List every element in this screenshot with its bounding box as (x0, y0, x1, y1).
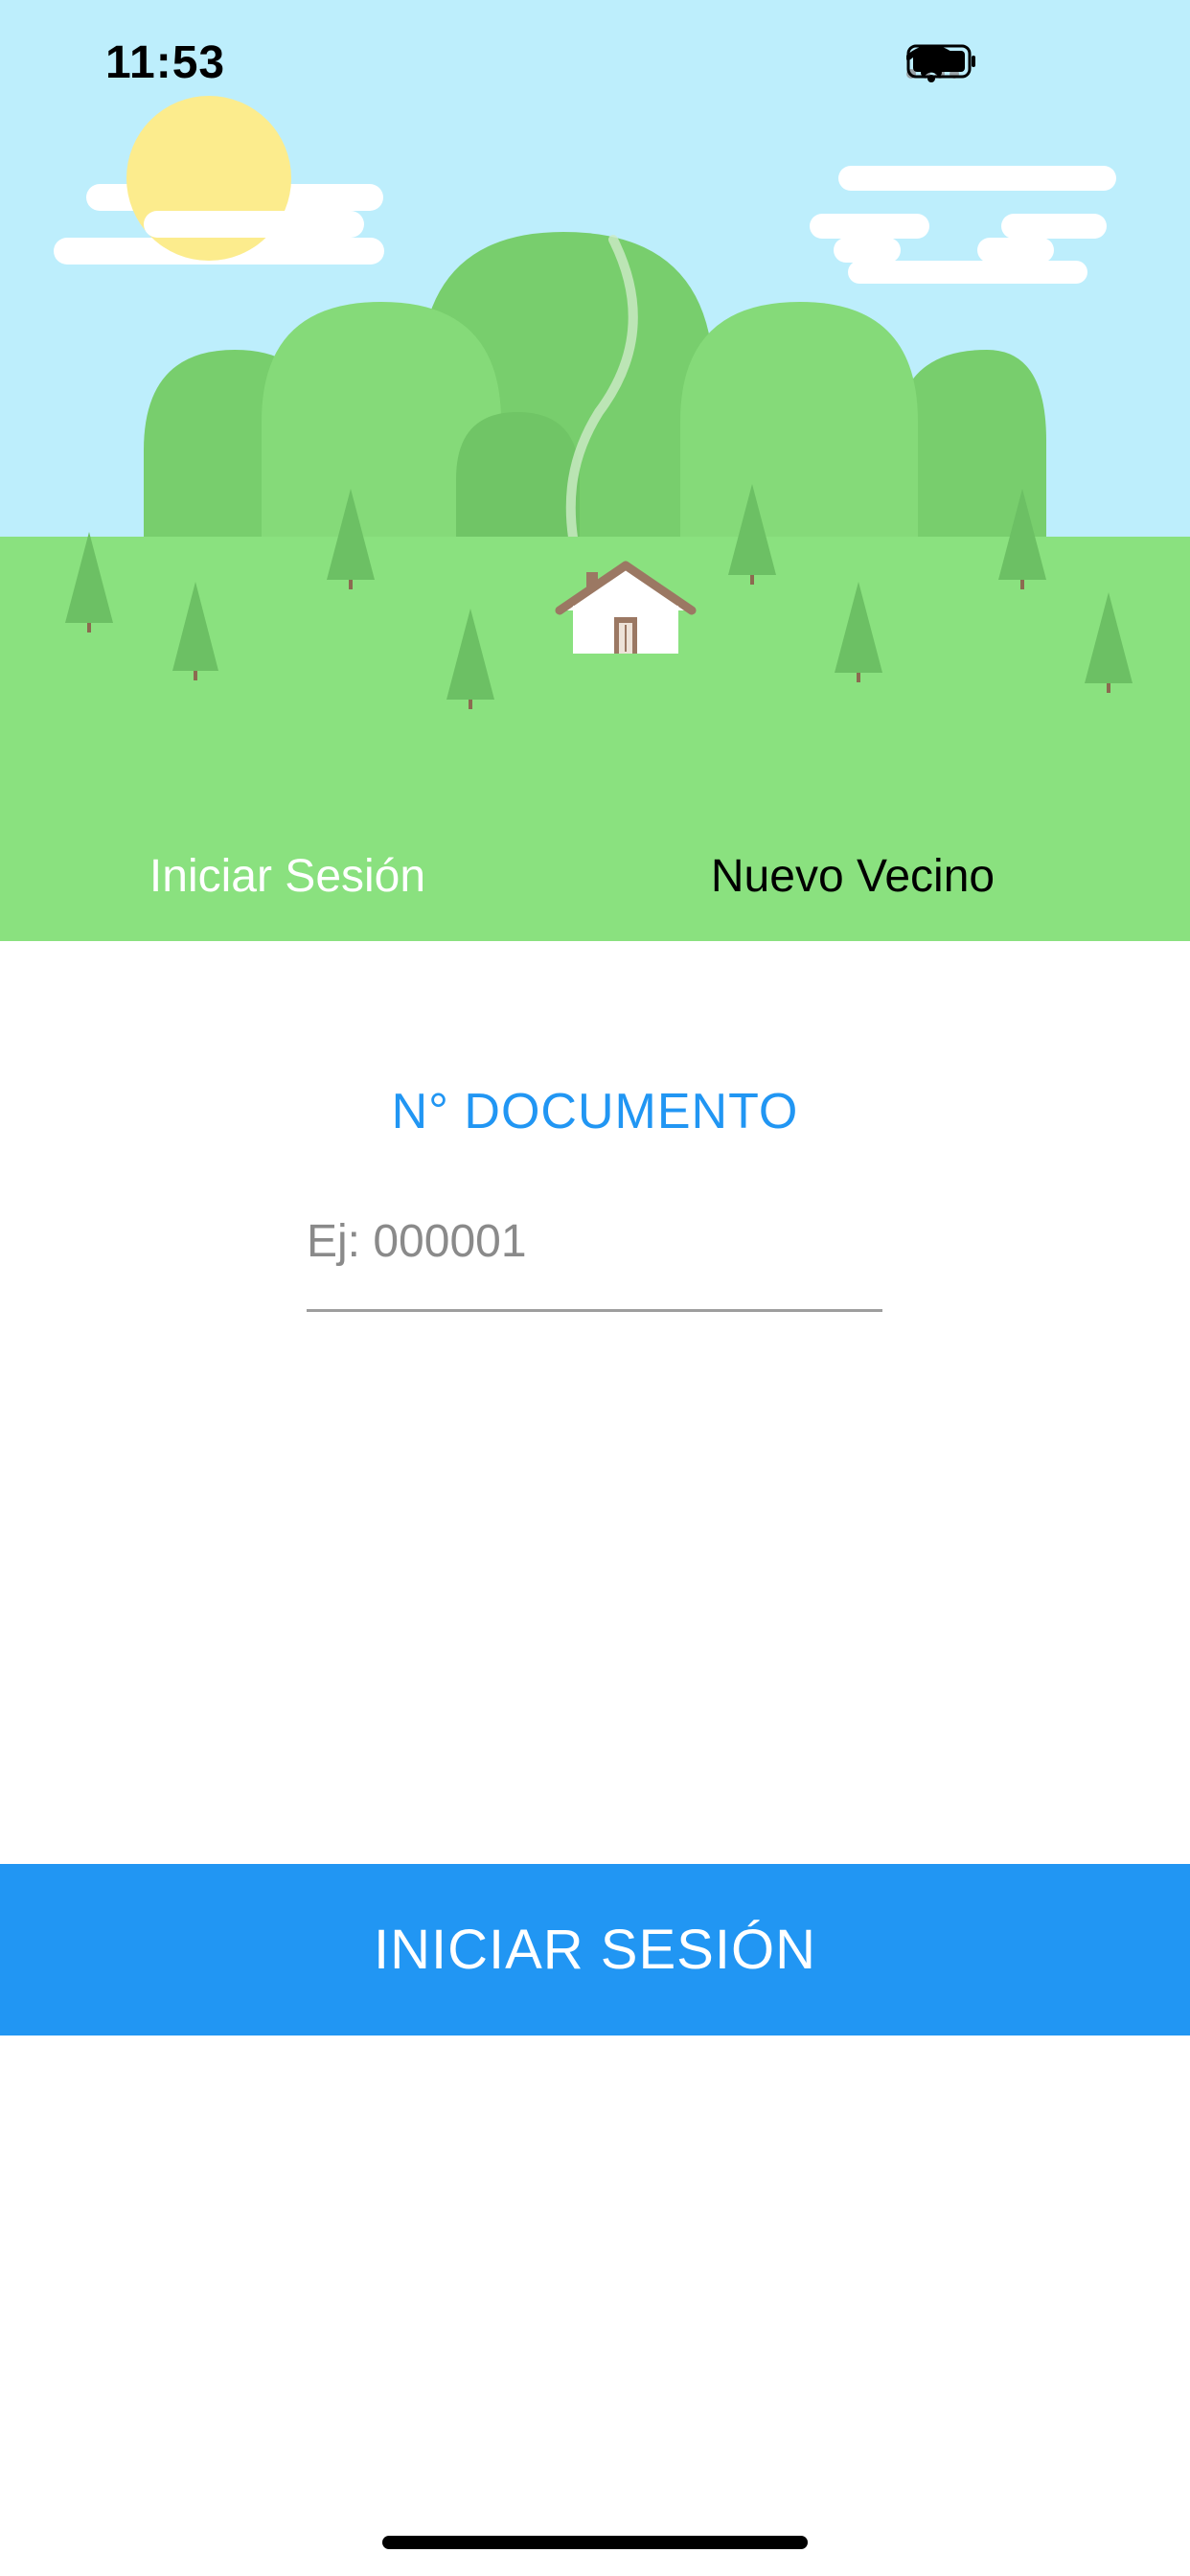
landscape-illustration (0, 0, 1190, 941)
login-button[interactable]: INICIAR SESIÓN (0, 1864, 1190, 2036)
home-indicator (382, 2536, 808, 2549)
header-illustration: 11:53 Iniciar Sesión Nuevo Vecino (0, 0, 1190, 941)
tab-new-neighbor[interactable]: Nuevo Vecino (661, 834, 1044, 920)
status-time: 11:53 (105, 37, 226, 88)
tab-login[interactable]: Iniciar Sesión (96, 834, 479, 920)
status-icons (906, 44, 1127, 86)
document-input[interactable] (307, 1203, 881, 1279)
battery-icon (906, 44, 975, 79)
document-input-underline (307, 1309, 882, 1312)
document-label: N° DOCUMENTO (391, 1084, 799, 1139)
